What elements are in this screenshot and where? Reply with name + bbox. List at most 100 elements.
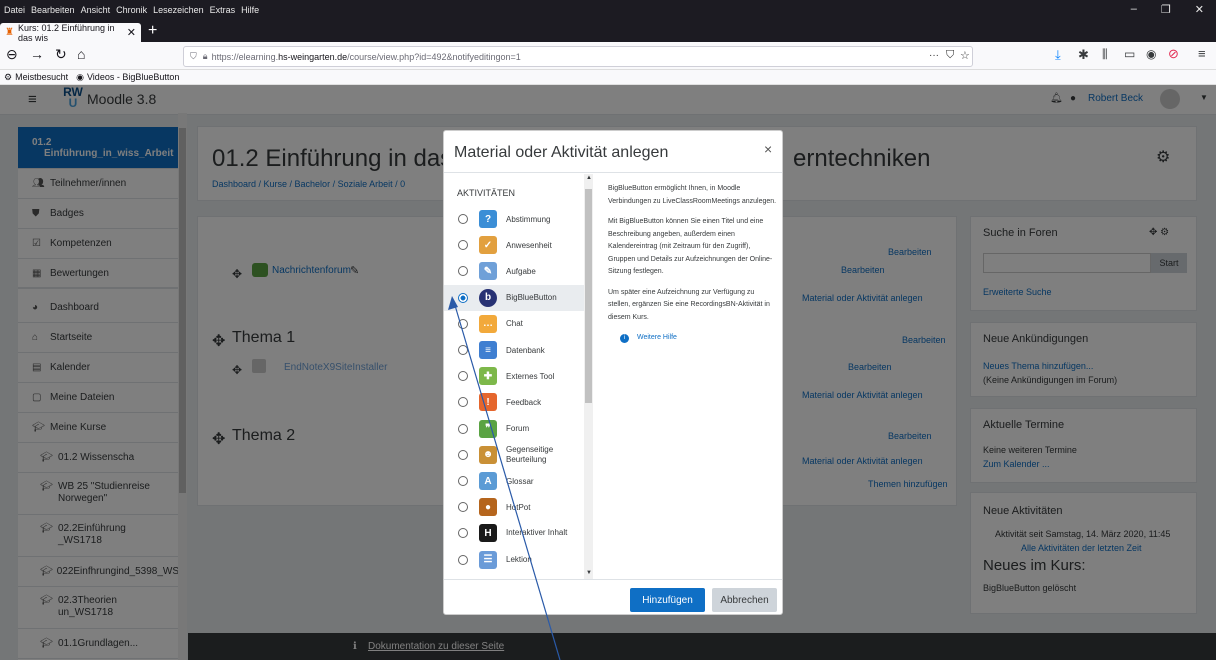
maximize-icon[interactable]: ❐ <box>1161 3 1171 16</box>
download-icon[interactable]: ⤓ <box>1055 47 1061 63</box>
activity-chooser-dialog: Material oder Aktivität anlegen × AKTIVI… <box>443 130 783 615</box>
scroll-up-icon[interactable]: ▲ <box>586 175 592 181</box>
bbb-bookmark-icon: ◉ <box>76 71 84 82</box>
activity-option[interactable]: ☰ Lektion <box>444 547 584 573</box>
sidebar-icon[interactable]: ▭ <box>1124 47 1135 61</box>
tab-strip <box>0 20 1216 42</box>
activity-option[interactable]: ✎ Aufgabe <box>444 258 584 284</box>
activity-label: Feedback <box>506 397 542 407</box>
activity-label: Anwesenheit <box>506 240 552 250</box>
reload-icon[interactable]: ↻ <box>55 46 67 63</box>
library-icon[interactable]: ⫼ <box>1102 47 1108 62</box>
activity-label: Gegenseitige Beurteilung <box>506 444 554 464</box>
url-path: /course/view.php?id=492&notifyeditingon=… <box>347 51 521 62</box>
new-tab-icon[interactable]: + <box>148 22 157 40</box>
description-paragraph: Mit BigBlueButton können Sie einen Titel… <box>608 218 773 275</box>
menu-help[interactable]: Hilfe <box>241 5 259 15</box>
activity-label: Aufgabe <box>506 266 536 276</box>
pocket-icon[interactable]: ⛉ <box>946 49 954 62</box>
activity-option[interactable]: … Chat <box>444 311 584 337</box>
activity-option[interactable]: ✚ Externes Tool <box>444 363 584 389</box>
close-icon[interactable]: × <box>764 141 772 157</box>
activity-option[interactable]: ✓ Anwesenheit <box>444 232 584 258</box>
activity-option[interactable]: b BigBlueButton <box>444 284 584 311</box>
activity-option[interactable]: ? Abstimmung <box>444 206 584 232</box>
activity-icon: ? <box>479 210 497 228</box>
activity-option[interactable]: A Glossar <box>444 468 584 494</box>
activity-radio[interactable] <box>458 397 468 408</box>
menu-tools[interactable]: Extras <box>210 5 236 15</box>
url-bar[interactable]: ⛉ 🔒︎ https://elearning. hs-weingarten.de /… <box>183 46 973 67</box>
help-icon[interactable]: ⊘ <box>1168 46 1179 62</box>
bookmark-most-visited[interactable]: Meistbesucht <box>15 72 68 82</box>
activity-radio[interactable] <box>458 214 468 224</box>
activity-radio[interactable] <box>458 502 468 513</box>
activity-radio[interactable] <box>458 240 468 251</box>
activity-list: AKTIVITÄTEN ? Abstimmung ✓ Anwesenheit ✎ Aufg… <box>444 174 584 579</box>
menu-history[interactable]: Chronik <box>116 5 147 15</box>
activity-icon: ✎ <box>479 262 497 281</box>
activity-radio[interactable] <box>458 554 468 565</box>
addon-icon[interactable]: ◉ <box>1146 47 1156 61</box>
menu-file[interactable]: Datei <box>4 5 25 15</box>
home-icon[interactable]: ⌂ <box>77 46 85 62</box>
description-paragraph: Um später eine Aufzeichnung zur Verfügun… <box>608 288 770 321</box>
activity-option[interactable]: ● HotPot <box>444 494 584 520</box>
back-icon[interactable]: ⊖ <box>6 46 18 63</box>
activity-label: Abstimmung <box>506 214 551 224</box>
extension-icon[interactable]: ✱ <box>1078 47 1089 63</box>
activity-radio[interactable] <box>458 449 468 460</box>
activity-option[interactable]: ≡ Datenbank <box>444 337 584 363</box>
add-button[interactable]: Hinzufügen <box>630 588 705 612</box>
menu-bookmarks[interactable]: Lesezeichen <box>153 5 204 15</box>
more-help-link[interactable]: Weitere Hilfe <box>637 332 677 345</box>
activity-label: HotPot <box>506 502 531 512</box>
activity-radio[interactable] <box>458 423 468 434</box>
close-window-icon[interactable]: ✕ <box>1195 3 1204 16</box>
activity-radio[interactable] <box>458 292 468 303</box>
activity-icon: H <box>479 524 497 543</box>
activity-option[interactable]: ! Feedback <box>444 389 584 415</box>
activity-label: Chat <box>506 319 523 329</box>
activity-radio[interactable] <box>458 318 468 329</box>
activity-option[interactable]: ☻ Gegenseitige Beurteilung <box>444 442 584 468</box>
menu-edit[interactable]: Bearbeiten <box>31 5 75 15</box>
activity-option[interactable]: H Interaktiver Inhalt <box>444 520 584 546</box>
activity-radio[interactable] <box>458 528 468 539</box>
activity-radio[interactable] <box>458 345 468 355</box>
activity-radio[interactable] <box>458 371 468 382</box>
dialog-title: Material oder Aktivität anlegen <box>454 144 669 161</box>
scroll-down-icon[interactable]: ▼ <box>586 570 592 576</box>
activity-radio[interactable] <box>458 266 468 277</box>
activity-description: BigBlueButton ermöglicht Ihnen, in Moodl… <box>608 183 778 345</box>
close-tab-icon[interactable]: ✕ <box>127 26 136 39</box>
bookmark-star-icon[interactable]: ☆ <box>960 49 970 62</box>
cancel-button[interactable]: Abbrechen <box>712 588 777 612</box>
shield-icon: ⛉ <box>190 51 197 61</box>
minimize-icon[interactable]: – <box>1131 3 1137 16</box>
activity-radio[interactable] <box>458 476 468 486</box>
dialog-footer: Hinzufügen Abbrechen <box>444 579 782 615</box>
activity-label: Datenbank <box>506 345 545 355</box>
activity-icon: ✓ <box>479 236 497 255</box>
section-heading: AKTIVITÄTEN <box>457 188 516 198</box>
activity-icon: ≡ <box>479 341 497 359</box>
bookmark-bbb-videos[interactable]: Videos - BigBlueButton <box>87 72 179 82</box>
forward-icon[interactable]: → <box>30 46 44 62</box>
activity-icon: b <box>479 288 497 307</box>
activity-icon: ✚ <box>479 367 497 386</box>
activity-label: Lektion <box>506 555 532 565</box>
menu-view[interactable]: Ansicht <box>81 5 111 15</box>
activity-icon: ❞ <box>479 419 497 438</box>
browser-tab[interactable]: ♜ Kurs: 01.2 Einführung in das wis ✕ <box>0 22 141 43</box>
activity-icon: ● <box>479 498 497 517</box>
activity-icon: ! <box>479 393 497 412</box>
tab-title: Kurs: 01.2 Einführung in das wis <box>17 22 115 43</box>
hamburger-icon[interactable]: ≡ <box>1198 46 1206 61</box>
activity-option[interactable]: ❞ Forum <box>444 416 584 442</box>
activity-label: BigBlueButton <box>506 293 557 303</box>
url-prefix: https://elearning. <box>211 51 279 62</box>
page-actions-icon[interactable]: ··· <box>929 50 939 61</box>
list-scroll-thumb[interactable] <box>585 189 592 403</box>
browser-menubar: Datei Bearbeiten Ansicht Chronik Lesezei… <box>0 0 1216 20</box>
